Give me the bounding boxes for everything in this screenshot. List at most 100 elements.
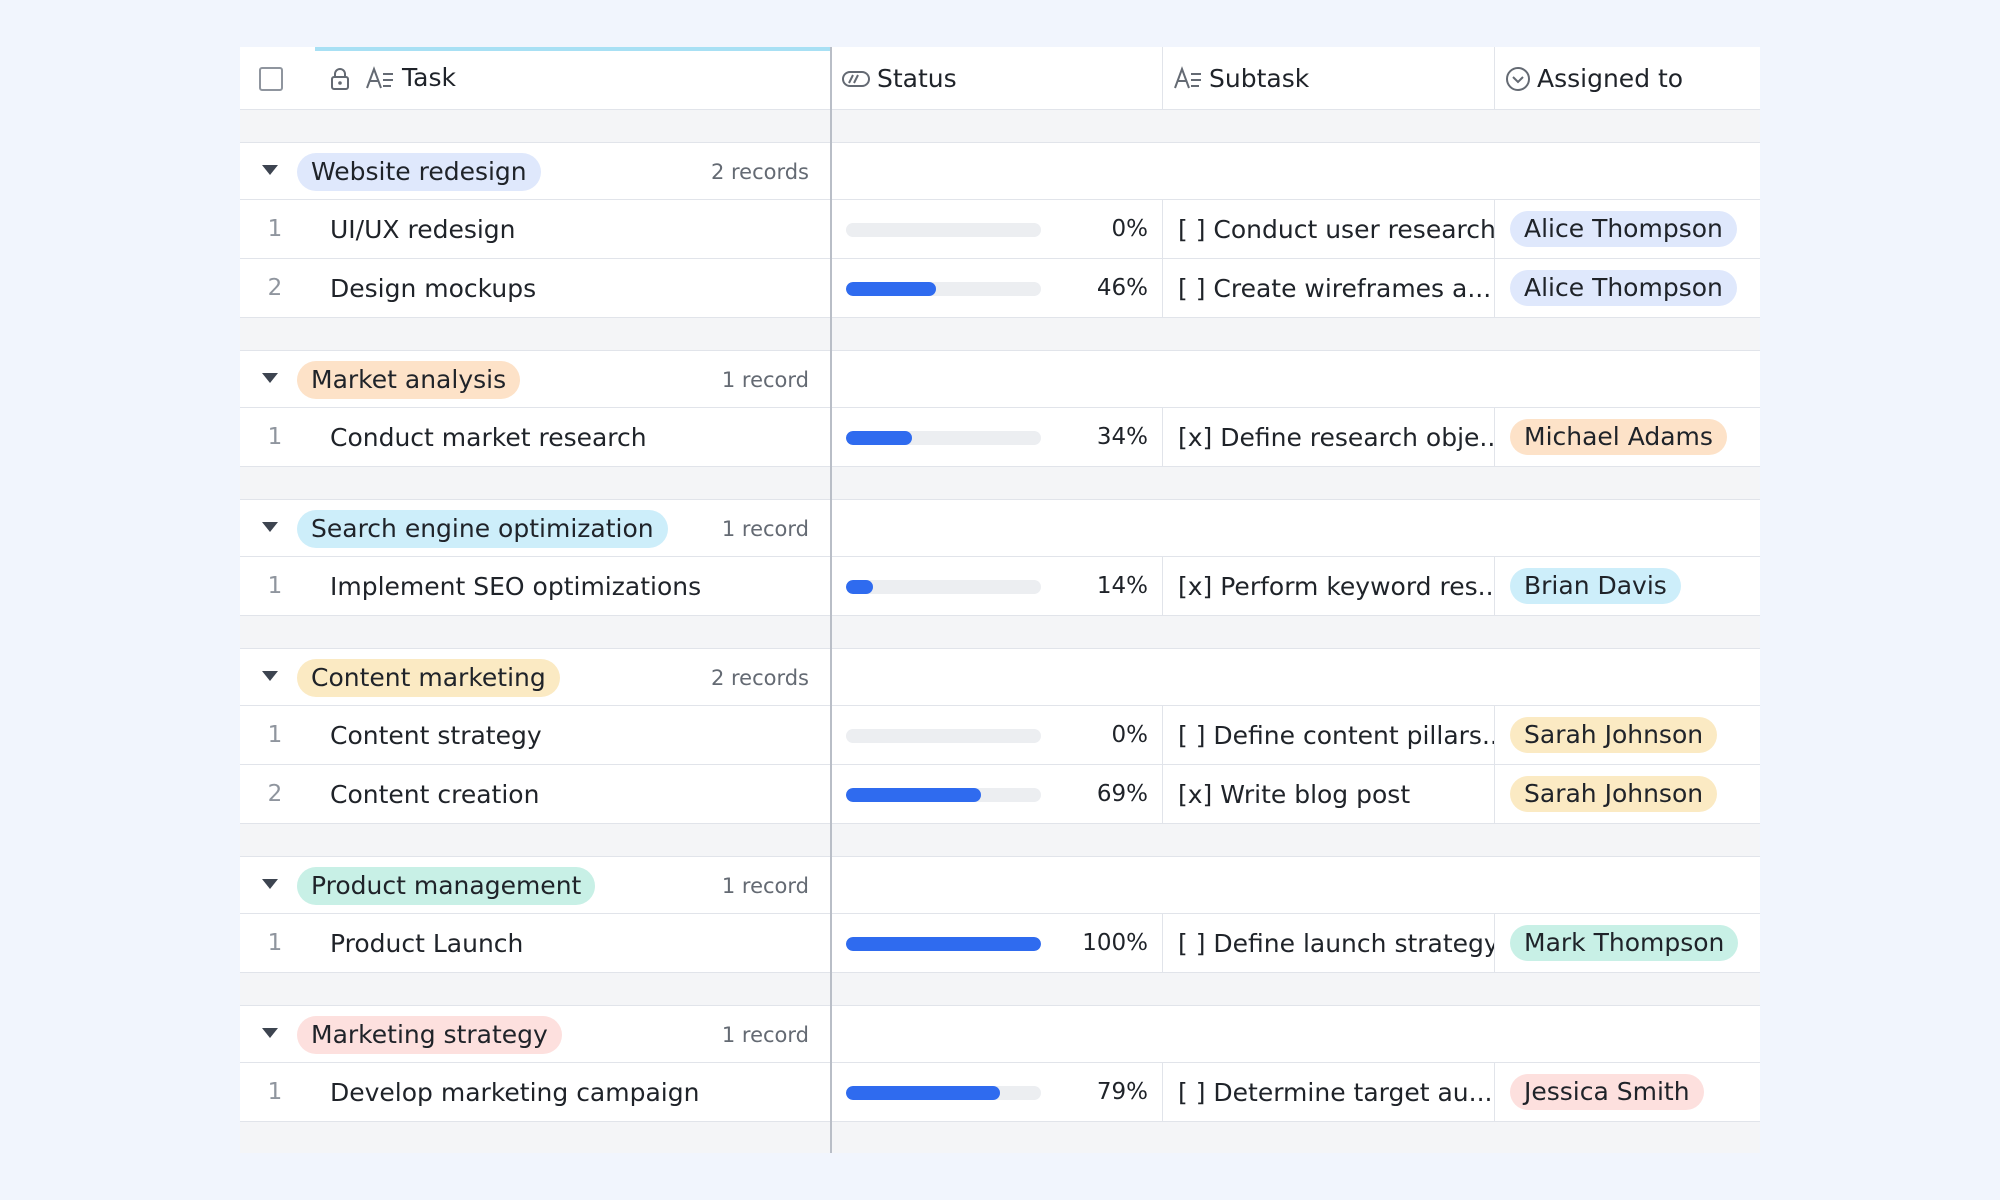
progress-bar <box>846 579 1041 594</box>
assigned-to-cell[interactable]: Alice Thompson <box>1495 259 1760 318</box>
subtask-cell[interactable]: [x] Write blog post <box>1163 764 1495 824</box>
task-cell[interactable]: Develop marketing campaign <box>330 1078 699 1107</box>
status-cell[interactable]: 69% <box>831 764 1163 824</box>
data-table: Task Status Subtask Assigned to Website … <box>240 47 1760 1153</box>
task-cell[interactable]: Product Launch <box>330 929 523 958</box>
assignee-tag: Mark Thompson <box>1510 924 1739 961</box>
group-header[interactable]: Search engine optimization 1 record <box>240 499 1760 557</box>
group-header[interactable]: Content marketing 2 records <box>240 648 1760 706</box>
assigned-to-cell[interactable]: Sarah Johnson <box>1495 765 1760 824</box>
task-cell[interactable]: Implement SEO optimizations <box>330 572 701 601</box>
table-row[interactable]: 1 Develop marketing campaign 79% [ ] Determ… <box>240 1062 1760 1122</box>
row-number: 1 <box>267 424 283 450</box>
progress-bar <box>846 222 1041 237</box>
group-header[interactable]: Market analysis 1 record <box>240 350 1760 408</box>
task-cell[interactable]: Content creation <box>330 780 539 809</box>
progress-percent: 0% <box>1111 215 1149 242</box>
table-row[interactable]: 2 Design mockups 46% [ ] Create wireframes … <box>240 258 1760 318</box>
status-cell[interactable]: 46% <box>831 258 1163 318</box>
table-row[interactable]: 1 Product Launch 100% [ ] Define launch str… <box>240 913 1760 973</box>
progress-percent: 69% <box>1096 780 1148 807</box>
status-cell[interactable]: 100% <box>831 913 1163 973</box>
assigned-to-cell[interactable]: Alice Thompson <box>1495 200 1760 259</box>
progress-fill <box>846 430 913 445</box>
column-header-subtask[interactable]: Subtask <box>1163 47 1495 110</box>
assignee-tag: Sarah Johnson <box>1510 775 1718 812</box>
group-tag: Product management <box>297 867 596 905</box>
table-row[interactable]: 1 Implement SEO optimizations 14% [x] Perfo… <box>240 556 1760 616</box>
task-cell[interactable]: Conduct market research <box>330 423 647 452</box>
frozen-column-divider[interactable] <box>830 47 832 1153</box>
group-tag: Content marketing <box>297 659 560 697</box>
collapse-caret-icon[interactable] <box>262 165 278 175</box>
status-cell[interactable]: 0% <box>831 705 1163 765</box>
group-record-count: 1 record <box>721 1023 809 1047</box>
column-header-status[interactable]: Status <box>831 47 1163 110</box>
row-number: 1 <box>267 930 283 956</box>
assigned-to-cell[interactable]: Jessica Smith <box>1495 1063 1760 1122</box>
lock-icon <box>330 67 350 91</box>
status-cell[interactable]: 34% <box>831 407 1163 467</box>
table-row[interactable]: 1 Conduct market research 34% [x] Define re… <box>240 407 1760 467</box>
assigned-to-cell[interactable]: Brian Davis <box>1495 557 1760 616</box>
table-row[interactable]: 1 UI/UX redesign 0% [ ] Conduct user resear… <box>240 199 1760 259</box>
group-header[interactable]: Marketing strategy 1 record <box>240 1005 1760 1063</box>
assigned-to-cell[interactable]: Mark Thompson <box>1495 914 1760 973</box>
table-row[interactable]: 1 Content strategy 0% [ ] Define content pi… <box>240 705 1760 765</box>
subtask-cell[interactable]: [ ] Conduct user research <box>1163 199 1495 259</box>
subtask-header-label: Subtask <box>1209 64 1310 93</box>
progress-bar <box>846 1085 1041 1100</box>
progress-percent: 100% <box>1082 929 1148 956</box>
column-header-assigned-to[interactable]: Assigned to <box>1495 47 1760 110</box>
row-number: 2 <box>267 781 283 807</box>
progress-bar <box>846 281 1041 296</box>
single-select-icon <box>1505 66 1531 92</box>
assignee-tag: Jessica Smith <box>1510 1073 1704 1110</box>
row-number: 1 <box>267 573 283 599</box>
task-cell[interactable]: Design mockups <box>330 274 536 303</box>
collapse-caret-icon[interactable] <box>262 1028 278 1038</box>
column-highlight-bar <box>315 47 831 51</box>
select-all-checkbox[interactable] <box>259 67 283 91</box>
progress-bar <box>846 728 1041 743</box>
progress-bar <box>846 430 1041 445</box>
status-cell[interactable]: 0% <box>831 199 1163 259</box>
group-header[interactable]: Product management 1 record <box>240 856 1760 914</box>
assignee-tag: Michael Adams <box>1510 418 1727 455</box>
group-header[interactable]: Website redesign 2 records <box>240 142 1760 200</box>
subtask-cell[interactable]: [x] Define research obje... <box>1163 407 1495 467</box>
row-number: 1 <box>267 1079 283 1105</box>
task-cell[interactable]: UI/UX redesign <box>330 215 516 244</box>
collapse-caret-icon[interactable] <box>262 373 278 383</box>
subtask-cell[interactable]: [ ] Define launch strategy <box>1163 913 1495 973</box>
collapse-caret-icon[interactable] <box>262 522 278 532</box>
progress-percent: 14% <box>1096 572 1148 599</box>
assigned-to-cell[interactable]: Michael Adams <box>1495 408 1760 467</box>
progress-fill <box>846 1085 1001 1100</box>
subtask-cell[interactable]: [ ] Create wireframes a... <box>1163 258 1495 318</box>
progress-percent: 46% <box>1096 274 1148 301</box>
group-record-count: 1 record <box>721 368 809 392</box>
collapse-caret-icon[interactable] <box>262 879 278 889</box>
task-cell[interactable]: Content strategy <box>330 721 542 750</box>
status-cell[interactable]: 79% <box>831 1062 1163 1122</box>
progress-percent: 34% <box>1096 423 1148 450</box>
group-tag: Website redesign <box>297 153 541 191</box>
assignee-tag: Brian Davis <box>1510 567 1681 604</box>
group-tag: Search engine optimization <box>297 510 668 548</box>
table-row[interactable]: 2 Content creation 69% [x] Write blog post S… <box>240 764 1760 824</box>
group-record-count: 2 records <box>710 666 809 690</box>
subtask-cell[interactable]: [ ] Determine target au... <box>1163 1062 1495 1122</box>
column-header-task[interactable]: Task <box>240 47 831 110</box>
assigned-to-cell[interactable]: Sarah Johnson <box>1495 706 1760 765</box>
status-cell[interactable]: 14% <box>831 556 1163 616</box>
row-number: 2 <box>267 275 283 301</box>
subtask-cell[interactable]: [ ] Define content pillars... <box>1163 705 1495 765</box>
collapse-caret-icon[interactable] <box>262 671 278 681</box>
subtask-cell[interactable]: [x] Perform keyword res... <box>1163 556 1495 616</box>
progress-fill <box>846 579 874 594</box>
